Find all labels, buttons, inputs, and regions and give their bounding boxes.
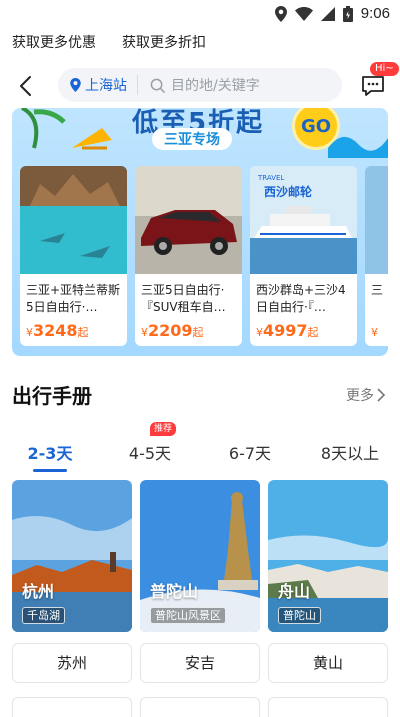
back-button[interactable] [14,72,38,100]
product-image-cruise: TRAVEL 西沙邮轮 [250,166,357,274]
signal-icon [320,6,335,21]
search-bar[interactable]: 上海站 目的地/关键字 [58,68,342,102]
cruise-image-text: 西沙邮轮 [264,184,313,199]
product-title: 三亚5日自由行·『SUV租车自… [141,283,226,314]
chat-bubble-icon [362,76,384,96]
city-button-huangshan[interactable]: 黄山 [268,643,388,683]
city-button-partial[interactable] [268,697,388,717]
status-icons: 9:06 [274,5,390,22]
tab-2-3-days[interactable]: 2-3天 [0,440,100,472]
destination-subtitle: 千岛湖 [22,607,65,624]
destination-name: 杭州 [22,582,55,601]
status-bar: 9:06 [0,0,400,28]
destination-name: 舟山 [278,582,311,601]
destination-name: 普陀山 [150,582,199,601]
product-title: 三「 [371,283,388,297]
duration-tabs: 2-3天 推荐 4-5天 6-7天 8天以上 [0,422,400,472]
more-link[interactable]: 更多 [346,385,386,405]
recommend-badge: 推荐 [150,422,177,436]
battery-icon [342,5,353,22]
back-arrow-icon [20,76,31,96]
tab-underline [33,469,67,472]
product-price: ¥3248起 [26,321,89,340]
destination-subtitle: 普陀山 [278,607,321,624]
search-input[interactable]: 目的地/关键字 [138,75,260,95]
promo-links: 获取更多优惠 获取更多折扣 [12,32,206,52]
product-price: ¥2209起 [141,321,204,340]
promo-link-offers[interactable]: 获取更多优惠 [12,32,96,52]
city-button-suzhou[interactable]: 苏州 [12,643,132,683]
product-carousel: 三亚+亚特兰蒂斯5日自由行·… ¥3248起 三亚5日自由行·『SUV租车自… … [20,166,388,346]
tab-label: 8天以上 [320,444,380,463]
product-card[interactable]: 三「 ¥ [365,166,388,346]
product-title: 西沙群岛+三沙4日自由行·『… [256,283,346,314]
city-selector[interactable]: 上海站 [58,75,138,95]
tab-4-5-days[interactable]: 推荐 4-5天 [100,422,200,470]
product-image-atlantis [20,166,127,274]
beach-chair-illustration [20,108,112,150]
city-label: 上海站 [85,78,127,94]
product-image-partial [365,166,388,274]
location-icon [274,5,287,22]
city-button-partial[interactable] [12,697,132,717]
search-icon [150,78,165,93]
product-title: 三亚+亚特兰蒂斯5日自由行·… [26,283,121,314]
section-title: 出行手册 [12,384,92,408]
promo-link-discounts[interactable]: 获取更多折扣 [122,32,206,52]
product-price: ¥4997起 [256,321,319,340]
product-card[interactable]: 三亚+亚特兰蒂斯5日自由行·… ¥3248起 [20,166,127,346]
city-button-partial[interactable] [140,697,260,717]
top-nav: 上海站 目的地/关键字 [0,66,400,106]
promo-banner[interactable]: 低至5折起 三亚专场 GO 三亚+亚特兰蒂斯5日自由行·… ¥3248起 三亚5… [12,108,388,356]
search-placeholder: 目的地/关键字 [171,78,260,94]
tab-label: 2-3天 [27,444,73,463]
destination-list: 杭州 千岛湖 普陀山 普陀山风景区 舟山 普陀山 [12,480,388,632]
city-buttons-next-row [12,697,388,717]
wifi-icon [294,6,313,21]
product-card[interactable]: TRAVEL 西沙邮轮 西沙群岛+三沙4日自由行·『… ¥4997起 [250,166,357,346]
cruise-image-label: TRAVEL [257,174,284,182]
destination-card[interactable]: 舟山 普陀山 [268,480,388,632]
destination-card[interactable]: 杭州 千岛湖 [12,480,132,632]
tab-label: 6-7天 [228,444,272,463]
chevron-right-icon [377,388,386,402]
tab-label: 4-5天 [128,444,172,463]
product-card[interactable]: 三亚5日自由行·『SUV租车自… ¥2209起 [135,166,242,346]
destination-subtitle: 普陀山风景区 [150,607,226,624]
message-button[interactable] [360,74,388,102]
more-label: 更多 [346,388,374,404]
banner-header: 低至5折起 三亚专场 GO [12,108,388,160]
message-badge: Hi~ [370,62,399,76]
status-time: 9:06 [360,5,390,22]
location-pin-icon [70,78,81,92]
tab-8-plus-days[interactable]: 8天以上 [300,440,400,470]
product-price: ¥ [371,326,378,339]
banner-tag: 三亚专场 [152,128,232,150]
city-button-anji[interactable]: 安吉 [140,643,260,683]
tab-6-7-days[interactable]: 6-7天 [200,440,300,470]
destination-card[interactable]: 普陀山 普陀山风景区 [140,480,260,632]
city-buttons: 苏州 安吉 黄山 [12,643,388,683]
wave-illustration [328,136,388,158]
product-image-suv [135,166,242,274]
